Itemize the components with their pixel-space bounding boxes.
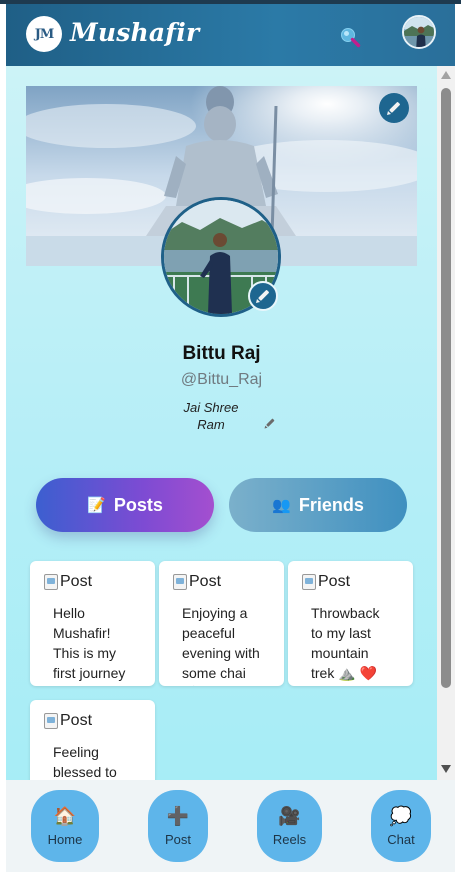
scroll-thumb[interactable] bbox=[441, 88, 451, 688]
pencil-icon bbox=[256, 290, 269, 303]
nav-home-label: Home bbox=[47, 831, 83, 847]
nav-reels-button[interactable]: 🎥 Reels bbox=[257, 790, 322, 862]
post-card[interactable]: Post Throwback to my last mountain trek … bbox=[288, 561, 413, 686]
post-card[interactable]: Post Hello Mushafir! This is my first jo… bbox=[30, 561, 155, 686]
post-caption: Hello Mushafir! This is my first journey… bbox=[53, 605, 126, 686]
edit-bio-icon[interactable] bbox=[263, 416, 277, 430]
nav-home-button[interactable]: 🏠 Home bbox=[31, 790, 99, 862]
scroll-down-arrow-icon[interactable] bbox=[441, 765, 451, 773]
broken-image-icon bbox=[44, 713, 58, 729]
scrollbar[interactable] bbox=[437, 66, 455, 780]
post-image: Post bbox=[44, 573, 92, 591]
broken-image-icon bbox=[173, 574, 187, 590]
profile-bio: Jai Shree Ram bbox=[183, 400, 239, 432]
tab-friends[interactable]: 👥 Friends bbox=[229, 478, 407, 532]
profile-name: Bittu Raj bbox=[182, 343, 261, 364]
plus-icon: ➕ bbox=[166, 805, 190, 826]
pencil-icon bbox=[387, 102, 400, 115]
edit-photo-button[interactable] bbox=[248, 281, 278, 311]
nav-reels-label: Reels bbox=[272, 831, 307, 847]
broken-image-icon bbox=[302, 574, 316, 590]
home-icon: 🏠 bbox=[53, 805, 77, 826]
post-card[interactable]: Post Enjoying a peaceful evening with so… bbox=[159, 561, 284, 686]
chat-bubble-icon: 💭 bbox=[389, 805, 413, 826]
nav-chat-button[interactable]: 💭 Chat bbox=[371, 790, 431, 862]
post-image-alt: Post bbox=[189, 573, 222, 590]
logo[interactable]: JM bbox=[26, 16, 62, 52]
nav-post-label: Post bbox=[164, 831, 191, 847]
window-edge bbox=[455, 4, 461, 872]
post-image: Post bbox=[44, 712, 92, 730]
video-camera-icon: 🎥 bbox=[278, 805, 301, 826]
profile-handle: @Bittu_Raj bbox=[180, 371, 263, 388]
profile-content: Bittu Raj @Bittu_Raj Jai Shree Ram 📝 Pos… bbox=[6, 66, 437, 780]
tab-posts[interactable]: 📝 Posts bbox=[36, 478, 214, 532]
bottom-nav: 🏠 Home ➕ Post 🎥 Reels 💭 Chat bbox=[6, 780, 455, 872]
scroll-up-arrow-icon[interactable] bbox=[441, 71, 451, 79]
post-image-alt: Post bbox=[60, 712, 93, 729]
tab-posts-label: Posts bbox=[113, 494, 163, 515]
post-image-alt: Post bbox=[60, 573, 93, 590]
app-title: Mushafir bbox=[70, 18, 200, 47]
nav-post-button[interactable]: ➕ Post bbox=[148, 790, 208, 862]
app-window: JM Mushafir Bittu Raj @Bittu_Raj Jai Shr… bbox=[0, 0, 461, 872]
logo-mark: JM bbox=[34, 26, 55, 42]
nav-chat-label: Chat bbox=[387, 831, 415, 847]
broken-image-icon bbox=[44, 574, 58, 590]
memo-icon: 📝 bbox=[87, 497, 106, 514]
profile-avatar[interactable] bbox=[402, 15, 436, 49]
post-caption: Enjoying a peaceful evening with some ch… bbox=[182, 605, 260, 686]
edit-cover-button[interactable] bbox=[379, 93, 409, 123]
post-image-alt: Post bbox=[318, 573, 351, 590]
post-image: Post bbox=[302, 573, 350, 591]
post-card[interactable]: Post Feeling blessed to bbox=[30, 700, 155, 780]
people-icon: 👥 bbox=[272, 497, 291, 514]
post-caption: Feeling blessed to bbox=[53, 744, 117, 780]
tab-friends-label: Friends bbox=[298, 494, 364, 515]
app-header: JM Mushafir bbox=[6, 4, 455, 66]
post-image: Post bbox=[173, 573, 221, 591]
post-caption: Throwback to my last mountain trek ⛰️ ❤️ bbox=[311, 605, 380, 681]
search-icon[interactable] bbox=[339, 26, 361, 48]
